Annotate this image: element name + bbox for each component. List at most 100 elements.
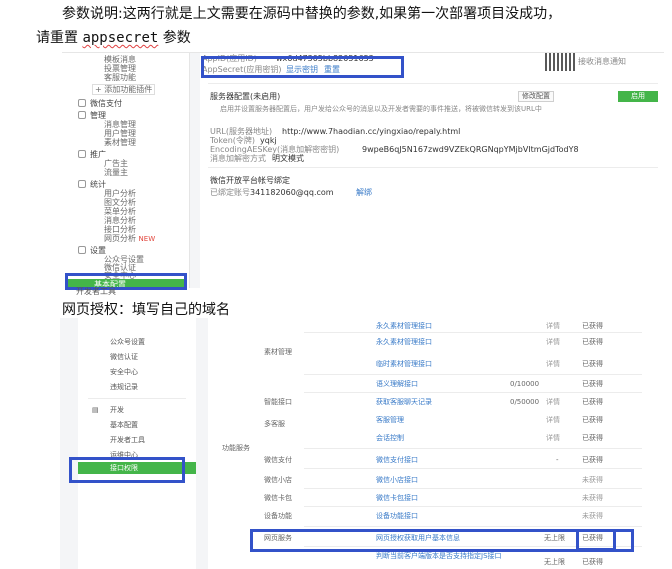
status: 已获得 [582,322,603,330]
status: 已获得 [582,338,603,346]
divider [208,83,658,84]
sidebar: 公众号设置 微信认证 安全中心 违规记录 ▤ 开发 基本配置 开发者工具 运维中… [78,318,196,569]
new-badge: NEW [138,235,156,243]
api-name[interactable]: 微信卡包接口 [376,494,418,503]
detail-link[interactable]: 详情 [546,398,560,407]
sidebar-item-users[interactable]: 用户管理 [104,129,136,138]
intro-line-2-prefix: 请重置 [36,30,83,46]
sidebar-item-violations[interactable]: 违规记录 [110,383,138,392]
sidebar-group-promote: 推广 [90,150,106,159]
intro-line-2: 请重置 appsecret 参数 [36,28,191,48]
sidebar-item-template-msg[interactable]: 模板消息 [104,55,136,64]
group-label: 多客服 [264,420,285,428]
status: 未获得 [582,512,603,520]
sidebar-item-message-analysis[interactable]: 消息分析 [104,216,136,225]
sidebar-item-materials[interactable]: 素材管理 [104,138,136,147]
sidebar-item-customer-service[interactable]: 客服功能 [104,73,136,82]
detail-link[interactable]: 详情 [546,360,560,369]
row-divider [304,488,642,489]
sidebar: 模板消息 投票管理 客服功能 + 添加功能插件 微信支付 管理 消息管理 用户管… [62,53,190,288]
detail-link[interactable]: 详情 [546,416,560,425]
notice-text: 接收消息通知 [578,57,626,66]
detail-link[interactable]: 详情 [546,322,560,331]
row-divider [304,506,642,507]
basic-config-screenshot: 模板消息 投票管理 客服功能 + 添加功能插件 微信支付 管理 消息管理 用户管… [62,52,664,288]
group-label: 微信小店 [264,476,292,484]
sidebar-item-account-settings[interactable]: 公众号设置 [110,338,145,347]
sidebar-item-api-analysis[interactable]: 接口分析 [104,225,136,234]
status: 已获得 [582,380,603,388]
aes-key-value: 9wpeB6qJ5N167zwd9VZEkQRGNqpYMjbVItmGjdTo… [362,145,579,154]
api-name[interactable]: 微信小店接口 [376,476,418,485]
api-name[interactable]: 获取客服聊天记录 [376,398,432,407]
sidebar-group-stats: 统计 [90,180,106,189]
add-plugin-button[interactable]: + 添加功能插件 [92,84,156,95]
api-name[interactable]: 永久素材管理接口 [376,322,432,331]
sidebar-item-vote[interactable]: 投票管理 [104,64,136,73]
status: 未获得 [582,494,603,502]
quota: 无上限 [544,558,565,566]
appsecret-highlight [201,56,404,78]
status: 已获得 [582,456,603,464]
detail-link[interactable]: 详情 [546,434,560,443]
open-platform-title: 微信开放平台帐号绑定 [210,176,290,185]
modify-config-button[interactable]: 修改配置 [518,91,554,102]
encrypt-mode-value: 明文模式 [272,154,304,163]
sidebar-group-settings: 设置 [90,246,106,255]
group-label: 微信支付 [264,456,292,464]
sidebar-item-menu-analysis[interactable]: 菜单分析 [104,207,136,216]
status: 已获得 [582,558,603,566]
web-analysis-label: 网页分析 [104,234,136,243]
server-description: 启用并设置服务器配置后，用户发给公众号的消息以及开发者需要的事件推送，将被微信转… [220,105,542,113]
sidebar-item-verification[interactable]: 微信认证 [110,353,138,362]
api-name[interactable]: 客服管理 [376,416,404,425]
status: 已获得 [582,360,603,368]
payment-icon [78,99,86,107]
server-config-title: 服务器配置(未启用) [210,92,281,101]
row-divider [304,526,642,527]
sidebar-item-traffic[interactable]: 流量主 [104,168,128,177]
api-name[interactable]: 判断当前客户端版本是否支持指定JS接口 [376,552,526,561]
appsecret-keyword: appsecret [82,30,159,46]
row-divider [304,392,642,393]
unbind-link[interactable]: 解绑 [356,188,372,198]
quota: - [556,456,559,464]
api-name[interactable]: 设备功能接口 [376,512,418,521]
dev-group-icon: ▤ [92,406,99,414]
api-name[interactable]: 微信支付接口 [376,456,418,465]
sidebar-item-dev-tools[interactable]: 开发者工具 [110,436,145,445]
api-name[interactable]: 会话控制 [376,434,404,443]
status: 未获得 [582,476,603,484]
enable-button[interactable]: 启用 [618,91,658,102]
api-permissions-highlight [69,457,185,483]
caption-web-auth: 网页授权：填写自己的域名 [62,302,230,318]
sidebar-item-article-analysis[interactable]: 图文分析 [104,198,136,207]
api-name[interactable]: 永久素材管理接口 [376,338,432,347]
basic-config-panel: AppID(应用ID) wx6d47305bb82051653 AppSecre… [200,53,664,288]
sidebar-item-dev-tools[interactable]: 开发者工具 [76,287,116,297]
detail-link[interactable]: 详情 [546,338,560,347]
divider [88,398,186,399]
sidebar-group-dev: 开发 [110,406,124,414]
sidebar-item-security[interactable]: 安全中心 [110,368,138,377]
group-label: 素材管理 [264,348,292,356]
manage-icon [78,111,86,119]
group-label: 智能接口 [264,398,292,406]
promote-icon [78,150,86,158]
sidebar-group-payment[interactable]: 微信支付 [90,99,122,108]
sidebar-item-web-analysis[interactable]: 网页分析 NEW [104,234,155,244]
category-label: 功能服务 [222,444,250,452]
group-label: 设备功能 [264,512,292,520]
qr-code-icon [545,53,575,71]
intro-line-2-suffix: 参数 [158,30,191,46]
sidebar-item-messages[interactable]: 消息管理 [104,120,136,129]
intro-line-1: 参数说明:这两行就是上文需要在源码中替换的参数,如果第一次部署项目没成功， [62,6,562,22]
sidebar-item-basic-config[interactable]: 基本配置 [110,421,138,430]
row-divider [304,448,642,449]
api-name[interactable]: 语义理解接口 [376,380,418,389]
sidebar-item-user-analysis[interactable]: 用户分析 [104,189,136,198]
bound-account-label: 已绑定账号 [210,188,250,197]
api-name[interactable]: 临时素材管理接口 [376,360,432,369]
sidebar-item-advertiser[interactable]: 广告主 [104,159,128,168]
url-value: http://www.7haodian.cc/yingxiao/repaly.h… [282,127,461,136]
